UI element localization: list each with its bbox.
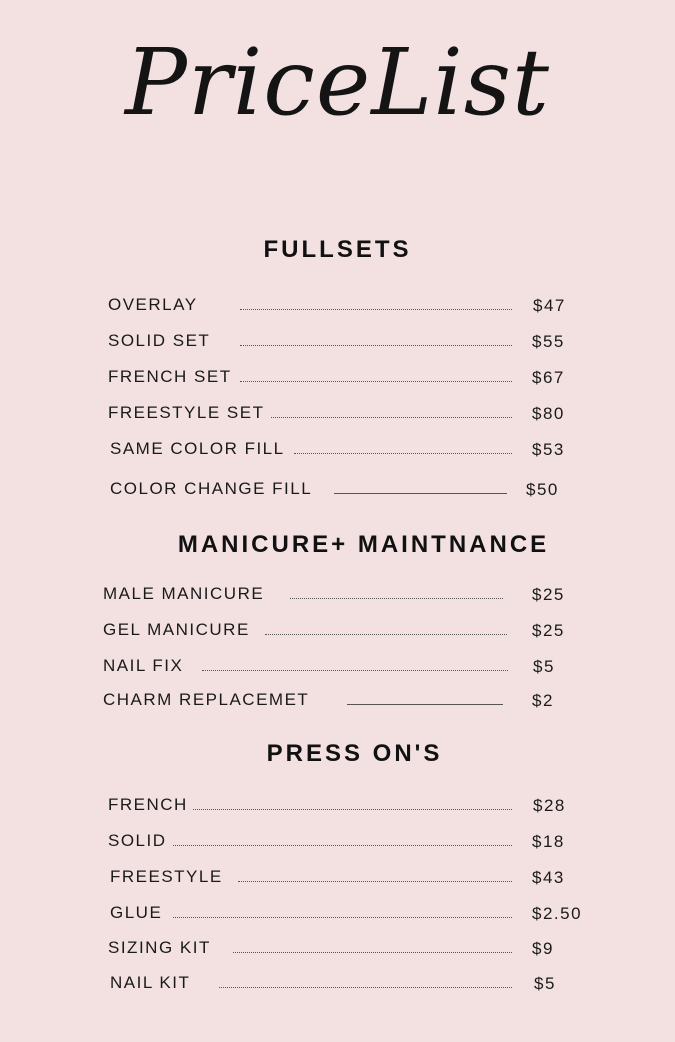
item-price: $18 (532, 832, 565, 851)
item-price: $67 (532, 368, 565, 387)
item-price: $47 (533, 296, 566, 315)
leader-line (240, 381, 512, 382)
leader-line (347, 704, 503, 705)
leader-line (233, 952, 512, 953)
item-price: $25 (532, 621, 565, 640)
item-price: $2.50 (532, 904, 583, 923)
leader-line (271, 417, 512, 418)
item-price: $28 (533, 796, 566, 815)
leader-line (290, 598, 503, 599)
item-price: $5 (533, 657, 555, 676)
section-heading-fullsets: FULLSETS (263, 236, 412, 263)
leader-line (219, 987, 512, 988)
section-heading-press-ons: PRESS ON'S (266, 740, 443, 767)
item-price: $9 (532, 939, 554, 958)
leader-line (173, 917, 512, 918)
item-price: $55 (532, 332, 565, 351)
item-name: SOLID SET (108, 331, 211, 350)
item-name: FRENCH (108, 795, 188, 814)
item-name: FREESTYLE SET (108, 403, 265, 422)
leader-line (294, 453, 512, 454)
item-name: NAIL KIT (110, 973, 191, 992)
leader-line (265, 634, 507, 635)
item-name: GLUE (110, 903, 163, 922)
section-heading-manicure: MANICURE+ MAINTNANCE (177, 531, 550, 558)
leader-line (173, 845, 512, 846)
item-price: $53 (532, 440, 565, 459)
page-title: PriceList (125, 29, 550, 136)
leader-line (334, 493, 507, 494)
leader-line (240, 345, 512, 346)
item-name: GEL MANICURE (103, 620, 250, 639)
item-name: SIZING KIT (108, 938, 211, 957)
item-name: CHARM REPLACEMET (103, 690, 310, 709)
leader-line (240, 309, 512, 310)
item-price: $2 (532, 691, 554, 710)
item-name: FRENCH SET (108, 367, 232, 386)
leader-line (202, 670, 508, 671)
item-name: MALE MANICURE (103, 584, 265, 603)
item-name: COLOR CHANGE FILL (110, 479, 313, 498)
item-price: $5 (534, 974, 556, 993)
item-price: $50 (526, 480, 559, 499)
item-name: FREESTYLE (110, 867, 223, 886)
item-name: SAME COLOR FILL (110, 439, 285, 458)
leader-line (238, 881, 512, 882)
leader-line (193, 809, 512, 810)
item-name: OVERLAY (108, 295, 198, 314)
item-name: SOLID (108, 831, 167, 850)
item-price: $43 (532, 868, 565, 887)
item-name: NAIL FIX (103, 656, 184, 675)
item-price: $80 (532, 404, 565, 423)
item-price: $25 (532, 585, 565, 604)
